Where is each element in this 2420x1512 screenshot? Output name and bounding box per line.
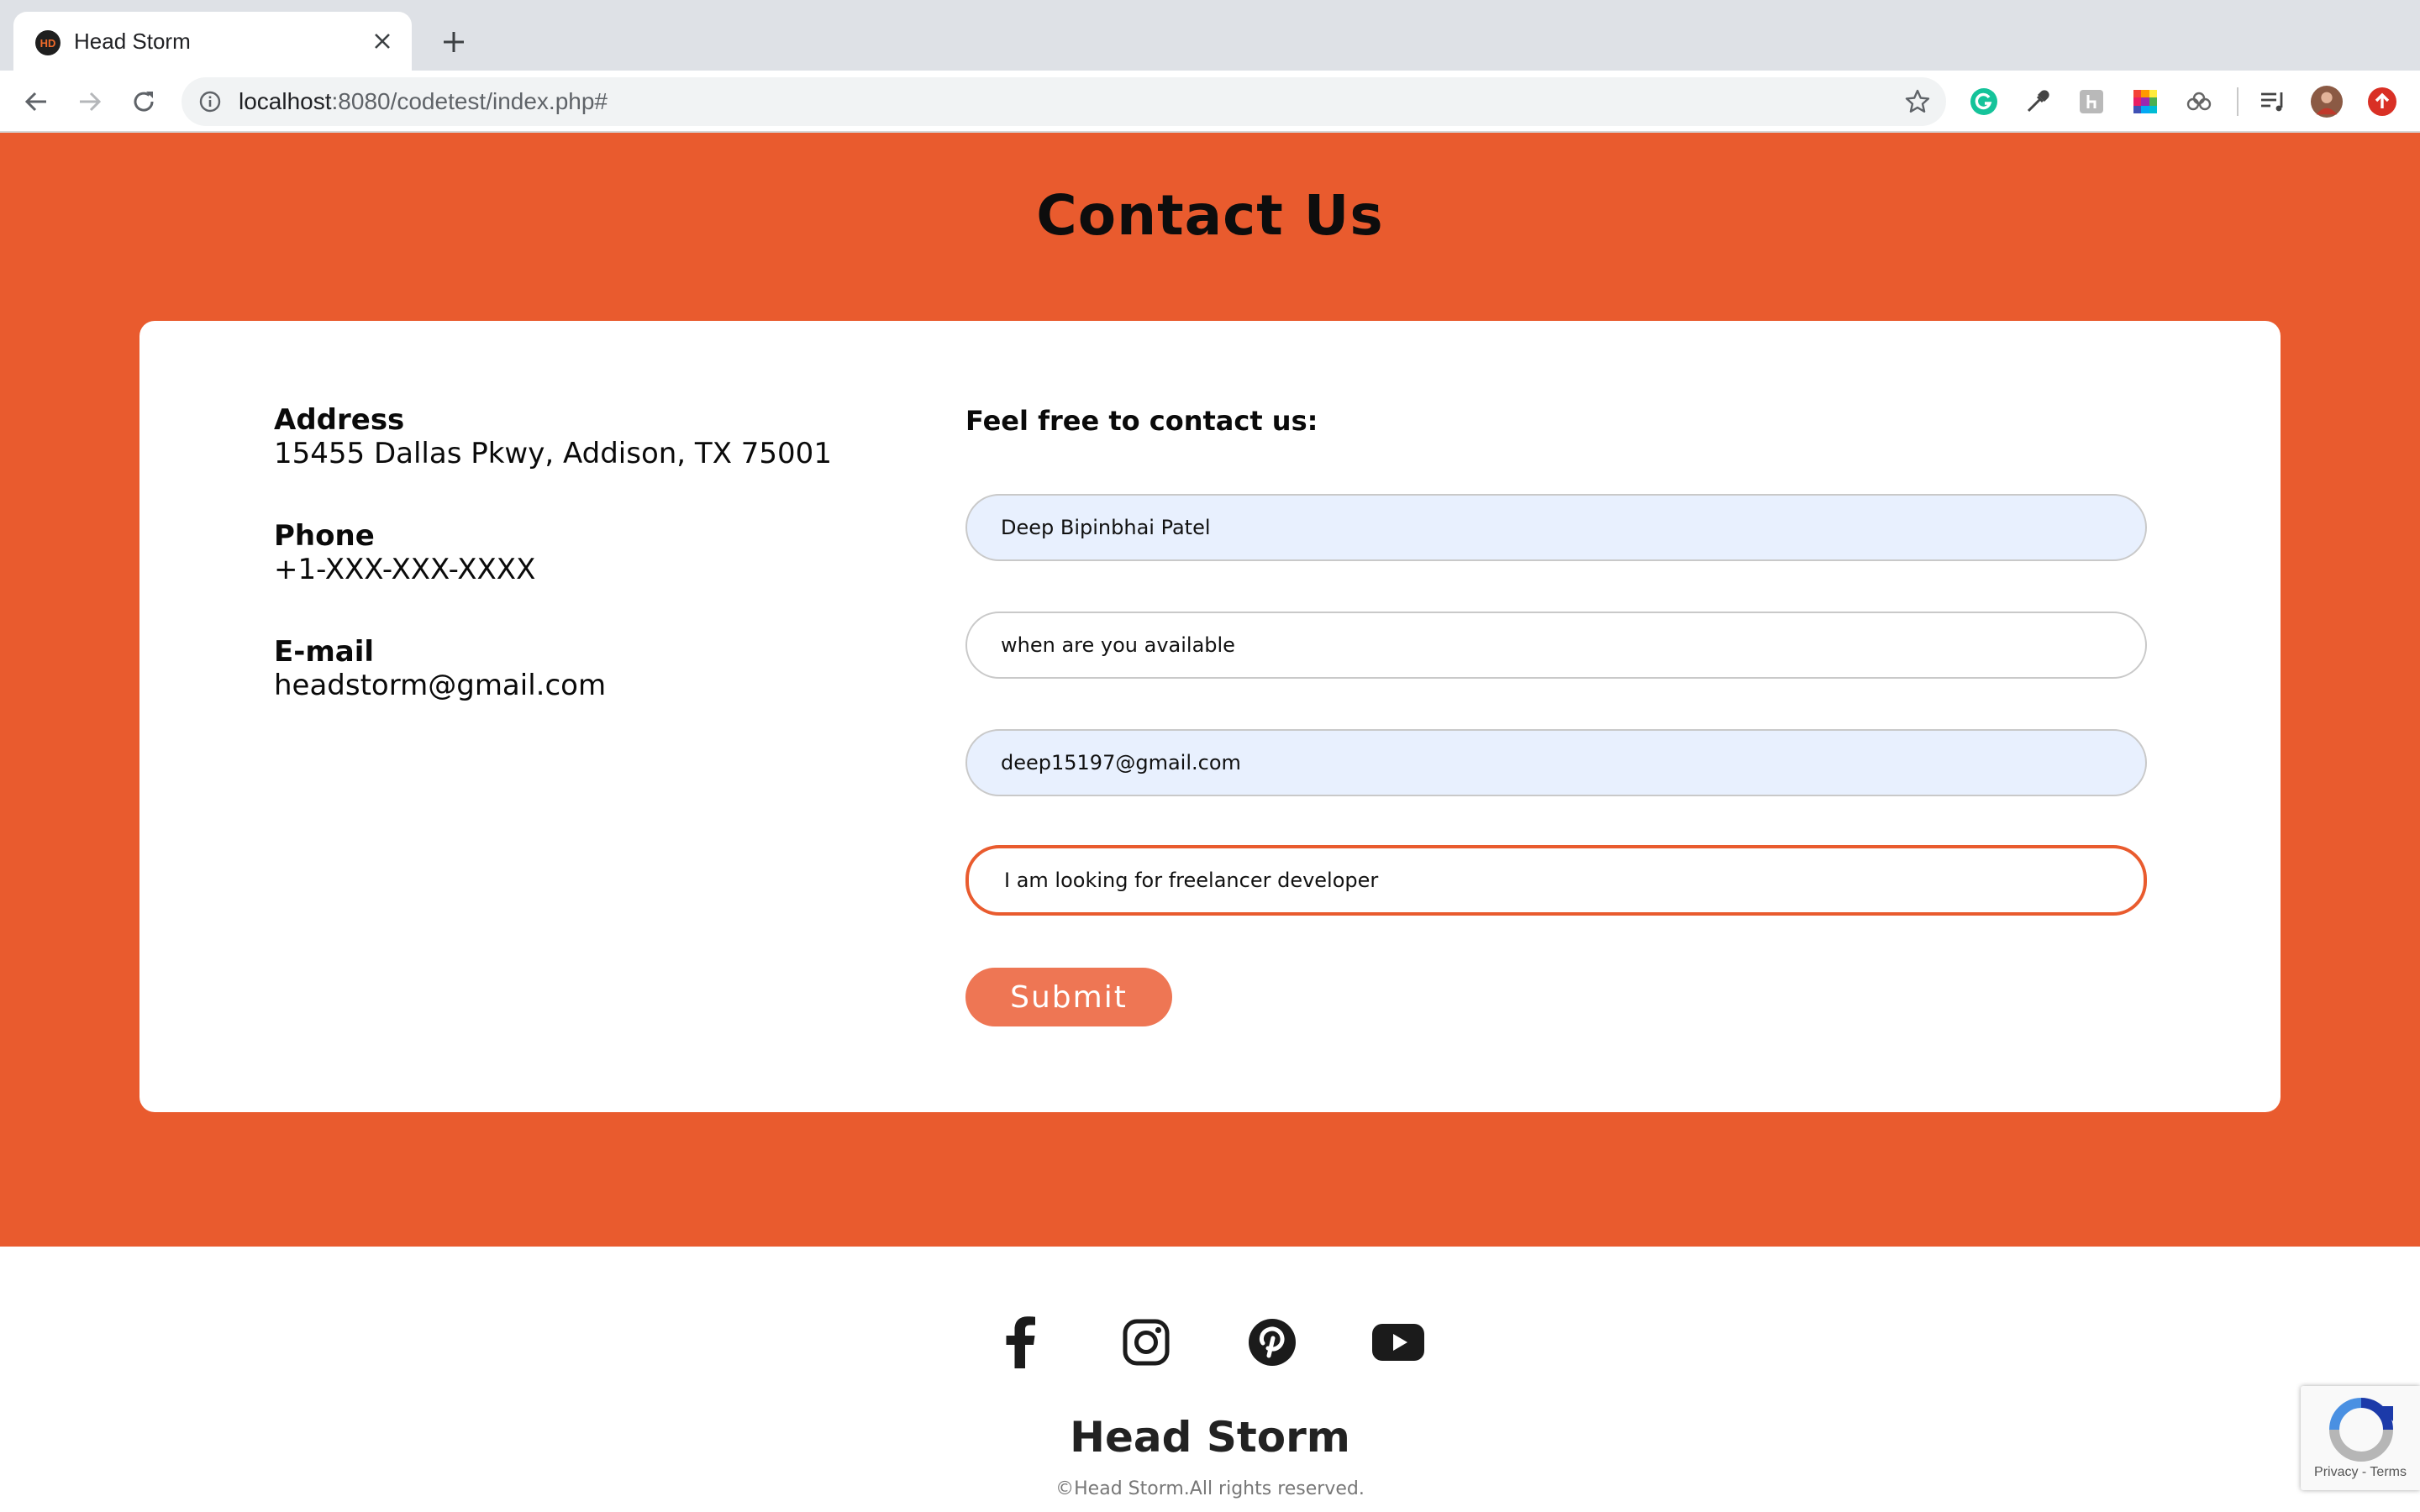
bookmark-star-icon[interactable] bbox=[1902, 87, 1933, 117]
site-favicon-icon: HD bbox=[35, 30, 60, 55]
address-label: Address bbox=[274, 403, 405, 437]
toolbar-divider bbox=[2237, 87, 2238, 116]
subject-input[interactable] bbox=[965, 612, 2147, 679]
new-tab-icon[interactable] bbox=[435, 24, 472, 60]
recaptcha-icon bbox=[2326, 1394, 2396, 1465]
cloud-extension-icon[interactable] bbox=[2183, 86, 2215, 118]
browser-tab[interactable]: HD Head Storm bbox=[13, 12, 412, 71]
eyedropper-extension-icon[interactable] bbox=[2022, 86, 2054, 118]
name-input[interactable] bbox=[965, 494, 2147, 561]
page-title: Contact Us bbox=[1036, 183, 1384, 248]
email-label: E-mail bbox=[274, 635, 375, 669]
site-info-icon[interactable] bbox=[197, 88, 224, 115]
tab-title: Head Storm bbox=[74, 29, 191, 54]
footer-brand: Head Storm bbox=[1070, 1413, 1350, 1462]
url-text: localhost:8080/codetest/index.php# bbox=[239, 88, 608, 115]
message-input[interactable] bbox=[965, 845, 2147, 916]
back-icon[interactable] bbox=[17, 82, 55, 121]
recaptcha-links[interactable]: Privacy - Terms bbox=[2301, 1465, 2420, 1480]
youtube-icon[interactable] bbox=[1371, 1315, 1425, 1369]
recaptcha-badge[interactable]: Privacy - Terms bbox=[2301, 1386, 2420, 1490]
instagram-icon[interactable] bbox=[1119, 1315, 1173, 1369]
reading-list-icon[interactable] bbox=[2257, 86, 2289, 118]
contact-card: Address 15455 Dallas Pkwy, Addison, TX 7… bbox=[139, 321, 2281, 1112]
browser-toolbar: localhost:8080/codetest/index.php# bbox=[0, 71, 2420, 133]
color-palette-extension-icon[interactable] bbox=[2129, 86, 2161, 118]
facebook-icon[interactable] bbox=[993, 1315, 1047, 1369]
address-bar[interactable]: localhost:8080/codetest/index.php# bbox=[182, 77, 1946, 126]
address-value: 15455 Dallas Pkwy, Addison, TX 75001 bbox=[274, 437, 832, 470]
forward-icon[interactable] bbox=[71, 82, 109, 121]
url-host: localhost bbox=[239, 88, 332, 114]
profile-avatar[interactable] bbox=[2311, 86, 2343, 118]
submit-button[interactable]: Submit bbox=[965, 968, 1172, 1026]
form-heading: Feel free to contact us: bbox=[965, 405, 1318, 437]
update-available-icon[interactable] bbox=[2366, 86, 2398, 118]
hunter-extension-icon[interactable] bbox=[2075, 86, 2107, 118]
browser-tab-bar: HD Head Storm bbox=[0, 0, 2420, 71]
phone-value: +1-XXX-XXX-XXXX bbox=[274, 553, 536, 586]
url-path: :8080/codetest/index.php# bbox=[331, 88, 608, 114]
grammarly-extension-icon[interactable] bbox=[1968, 86, 2000, 118]
email-value: headstorm@gmail.com bbox=[274, 669, 607, 702]
close-tab-icon[interactable] bbox=[368, 27, 397, 55]
pinterest-icon[interactable] bbox=[1245, 1315, 1299, 1369]
reload-icon[interactable] bbox=[124, 82, 163, 121]
email-input[interactable] bbox=[965, 729, 2147, 796]
footer-copyright: ©Head Storm.All rights reserved. bbox=[1055, 1478, 1365, 1499]
phone-label: Phone bbox=[274, 519, 375, 553]
contact-section: Contact Us Address 15455 Dallas Pkwy, Ad… bbox=[0, 133, 2420, 1247]
